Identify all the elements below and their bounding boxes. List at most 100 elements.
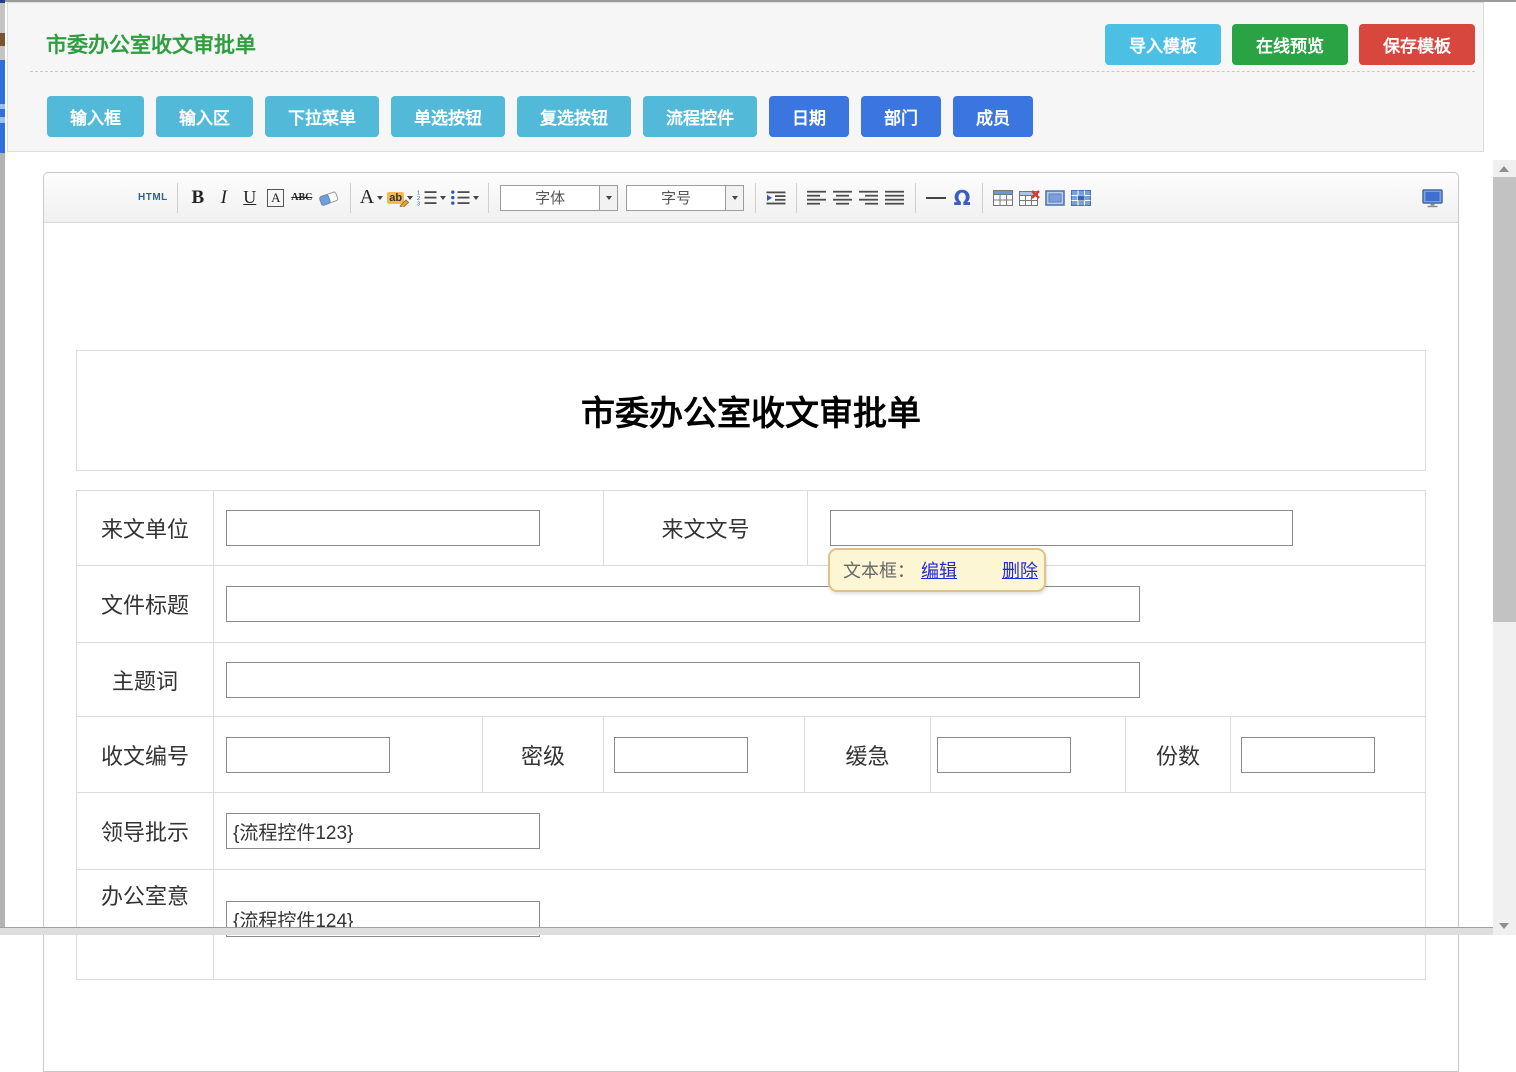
indent-icon xyxy=(765,190,787,206)
align-justify-icon xyxy=(885,190,905,205)
editor-canvas[interactable]: 市委办公室收文审批单 来文单位 来文文号 文件标题 xyxy=(44,223,1458,980)
char-border-icon: A xyxy=(267,189,284,207)
delete-link[interactable]: 删除 xyxy=(1002,557,1038,583)
scroll-down-arrow-icon[interactable] xyxy=(1499,923,1509,929)
underline-icon: U xyxy=(243,187,256,208)
component-button-flow-control[interactable]: 流程控件 xyxy=(643,96,757,137)
component-button-input-box[interactable]: 输入框 xyxy=(47,96,144,137)
field-tooltip: 文本框： 编辑 删除 xyxy=(828,548,1046,592)
form-row: 文件标题 xyxy=(77,565,1425,642)
align-center-button[interactable] xyxy=(832,184,854,212)
select-arrow-button[interactable] xyxy=(725,186,743,210)
char-border-button[interactable]: A xyxy=(265,184,287,212)
delete-table-icon xyxy=(1019,190,1040,206)
font-family-select[interactable]: 字体 xyxy=(500,185,618,211)
online-preview-button[interactable]: 在线预览 xyxy=(1232,24,1348,65)
tooltip-label: 文本框： xyxy=(843,557,915,583)
page-title: 市委办公室收文审批单 xyxy=(46,29,256,59)
label-office-opinion-cell: 办公室意见 xyxy=(77,870,213,979)
editor-toolbar: HTML B I U A ABC A ab xyxy=(44,173,1458,223)
insert-table-button[interactable] xyxy=(992,184,1014,212)
component-button-department[interactable]: 部门 xyxy=(861,96,941,137)
scrollbar-thumb[interactable] xyxy=(1493,177,1516,622)
import-template-button[interactable]: 导入模板 xyxy=(1105,24,1221,65)
component-button-textarea[interactable]: 输入区 xyxy=(156,96,253,137)
toolbar-separator xyxy=(915,183,916,213)
component-button-radio[interactable]: 单选按钮 xyxy=(391,96,505,137)
table-properties-icon xyxy=(1045,190,1065,206)
strikethrough-button[interactable]: ABC xyxy=(291,184,313,212)
font-color-icon: A xyxy=(360,186,374,209)
receipt-no-input[interactable] xyxy=(226,737,390,773)
component-button-dropdown[interactable]: 下拉菜单 xyxy=(265,96,379,137)
component-button-date[interactable]: 日期 xyxy=(769,96,849,137)
bold-icon: B xyxy=(191,187,204,209)
italic-button[interactable]: I xyxy=(213,184,235,212)
bold-button[interactable]: B xyxy=(187,184,209,212)
label-security-level: 密级 xyxy=(482,717,603,792)
window-bottom-edge xyxy=(0,927,1493,935)
component-button-member[interactable]: 成员 xyxy=(953,96,1033,137)
unordered-list-button[interactable] xyxy=(450,184,479,212)
component-button-checkbox[interactable]: 复选按钮 xyxy=(517,96,631,137)
highlight-icon: ab xyxy=(387,192,404,204)
delete-table-button[interactable] xyxy=(1018,184,1040,212)
urgency-input[interactable] xyxy=(937,737,1071,773)
cell-properties-button[interactable] xyxy=(1070,184,1092,212)
align-justify-button[interactable] xyxy=(884,184,906,212)
header-actions: 导入模板 在线预览 保存模板 xyxy=(1105,24,1475,65)
left-edge-segment xyxy=(0,3,5,33)
toolbar-separator xyxy=(982,183,983,213)
edit-link[interactable]: 编辑 xyxy=(921,557,957,583)
html-source-button[interactable]: HTML xyxy=(138,184,168,212)
chevron-down-icon xyxy=(440,196,446,200)
ref-number-input[interactable] xyxy=(830,510,1293,546)
ordered-list-icon: 1 2 3 xyxy=(417,189,437,206)
left-edge-segment xyxy=(0,123,5,153)
left-edge-segment xyxy=(0,60,5,104)
font-size-value: 字号 xyxy=(627,187,725,208)
window-left-edge xyxy=(0,0,5,935)
left-edge-segment xyxy=(0,109,5,117)
form-title-box: 市委办公室收文审批单 xyxy=(76,350,1426,471)
special-character-button[interactable]: Ω xyxy=(951,184,973,212)
remove-format-button[interactable] xyxy=(317,184,341,212)
chevron-down-icon xyxy=(606,196,612,200)
align-left-button[interactable] xyxy=(806,184,828,212)
font-color-button[interactable]: A xyxy=(360,184,383,212)
source-unit-input[interactable] xyxy=(226,510,540,546)
fullscreen-monitor-icon xyxy=(1421,189,1444,208)
align-right-button[interactable] xyxy=(858,184,880,212)
highlight-color-button[interactable]: ab xyxy=(387,184,413,212)
leader-instructions-input[interactable] xyxy=(226,813,540,849)
scroll-up-arrow-icon[interactable] xyxy=(1499,166,1509,172)
html-source-icon: HTML xyxy=(138,192,168,203)
table-properties-button[interactable] xyxy=(1044,184,1066,212)
select-arrow-button[interactable] xyxy=(599,186,617,210)
save-template-button[interactable]: 保存模板 xyxy=(1359,24,1475,65)
pencil-icon xyxy=(399,196,410,207)
copies-input[interactable] xyxy=(1241,737,1375,773)
form-row: 领导批示 xyxy=(77,792,1425,869)
cell-copies xyxy=(1230,717,1425,792)
divider xyxy=(30,71,1475,72)
underline-button[interactable]: U xyxy=(239,184,261,212)
left-edge-segment xyxy=(0,46,5,60)
label-leader-instructions: 领导批示 xyxy=(77,793,213,869)
left-edge-segment xyxy=(0,33,5,46)
font-family-value: 字体 xyxy=(501,187,599,208)
cell-leader-instructions xyxy=(213,793,1425,869)
font-size-select[interactable]: 字号 xyxy=(626,185,744,211)
security-level-input[interactable] xyxy=(614,737,748,773)
vertical-scrollbar[interactable] xyxy=(1493,160,1516,935)
window-top-edge xyxy=(0,0,1516,2)
toolbar-separator xyxy=(350,183,351,213)
horizontal-rule-button[interactable] xyxy=(925,184,947,212)
indent-button[interactable] xyxy=(765,184,787,212)
subject-words-input[interactable] xyxy=(226,662,1140,698)
label-copies: 份数 xyxy=(1125,717,1230,792)
ordered-list-button[interactable]: 1 2 3 xyxy=(417,184,446,212)
fullscreen-button[interactable] xyxy=(1421,173,1444,223)
header-panel: 市委办公室收文审批单 导入模板 在线预览 保存模板 输入框 输入区 下拉菜单 单… xyxy=(7,2,1484,152)
horizontal-rule-icon xyxy=(926,197,946,199)
